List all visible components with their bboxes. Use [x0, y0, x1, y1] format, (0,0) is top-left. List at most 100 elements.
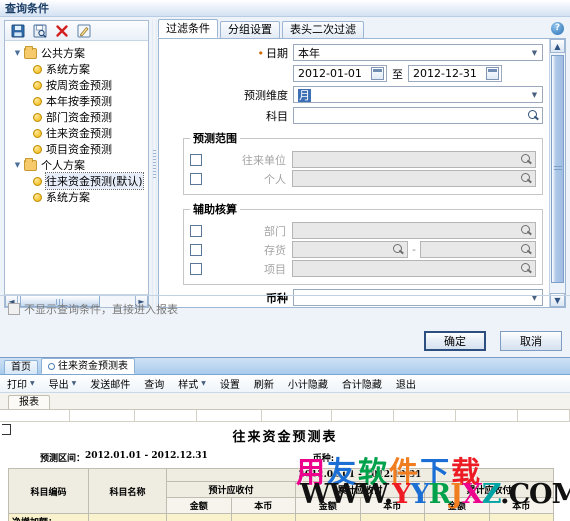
tab-header-secondary-filter[interactable]: 表头二次过滤 — [282, 21, 364, 38]
search-icon[interactable] — [519, 153, 533, 167]
toolbar-label: 合计隐藏 — [341, 380, 382, 391]
toolbar-exit[interactable]: 退出 — [389, 375, 423, 393]
period-label: 预测区间： — [40, 454, 86, 464]
tree-item-quarterly-forecast[interactable]: 本年按季预测 — [5, 93, 148, 109]
delete-icon[interactable] — [54, 23, 69, 38]
panel-splitter[interactable] — [152, 20, 157, 308]
range-row-individual: 个人 — [190, 170, 536, 187]
grid-cell — [135, 410, 197, 422]
tree-item-system-scheme-2[interactable]: 系统方案 — [5, 189, 148, 205]
net-increase-label: 净增加额： — [8, 513, 89, 521]
tab-filter-conditions[interactable]: 过滤条件 — [158, 19, 218, 38]
scheme-dot-icon — [33, 80, 42, 90]
search-icon[interactable] — [519, 172, 533, 186]
chevron-down-icon[interactable]: ▼ — [527, 87, 542, 102]
app-tab-home[interactable]: 首页 — [4, 360, 38, 374]
toolbar-export[interactable]: 导出 ▼ — [42, 375, 84, 393]
rename-icon[interactable] — [76, 23, 91, 38]
grid-cell — [197, 410, 262, 422]
inventory-label: 存货 — [264, 243, 286, 257]
tree-item-department-forecast[interactable]: 部门资金预测 — [5, 109, 148, 125]
toolbar-refresh[interactable]: 刷新 — [247, 375, 281, 393]
search-icon[interactable] — [519, 262, 533, 276]
toolbar-hide-subtotal[interactable]: 小计隐藏 — [281, 375, 335, 393]
toolbar-print[interactable]: 打印 ▼ — [0, 375, 42, 393]
inventory-input-from[interactable] — [292, 241, 409, 258]
toolbar-style[interactable]: 样式 ▼ — [171, 375, 213, 393]
dimension-select[interactable]: 月 ▼ — [293, 86, 543, 103]
toolbar-label: 导出 — [48, 380, 69, 391]
cancel-button[interactable]: 取消 — [500, 331, 562, 351]
project-label: 项目 — [264, 262, 286, 276]
individual-input[interactable] — [292, 170, 536, 187]
department-input[interactable] — [292, 222, 536, 239]
ok-button[interactable]: 确定 — [424, 331, 486, 351]
filter-form: 日期 本年 ▼ — [158, 39, 566, 308]
tab-group-settings[interactable]: 分组设置 — [220, 21, 280, 38]
tree-folder-public[interactable]: ▼ 公共方案 — [5, 45, 148, 61]
aux-row-department: 部门 — [190, 222, 536, 239]
subtab-report[interactable]: 报表 — [8, 395, 50, 409]
tree-item-system-scheme-1[interactable]: 系统方案 — [5, 61, 148, 77]
date-from-input[interactable]: 2012-01-01 — [293, 65, 387, 82]
checkbox-department[interactable] — [190, 224, 202, 237]
subcolumn-amount-1: 金额 — [166, 497, 232, 514]
toolbar-label: 设置 — [219, 380, 240, 391]
search-icon[interactable] — [519, 224, 533, 238]
save-icon[interactable] — [10, 23, 25, 38]
subject-input[interactable] — [293, 107, 543, 124]
checkbox-individual[interactable] — [190, 172, 202, 185]
tree-item-receivable-forecast-default[interactable]: 往来资金预测(默认) — [5, 172, 148, 190]
toolbar-label: 退出 — [395, 380, 416, 391]
date-to-input[interactable]: 2012-12-31 — [408, 65, 502, 82]
subcolumn-local-2: 本币 — [359, 497, 425, 514]
department-label: 部门 — [264, 224, 286, 238]
calendar-icon[interactable] — [371, 67, 384, 80]
toolbar-label: 查询 — [144, 380, 165, 391]
date-preset-select[interactable]: 本年 ▼ — [293, 44, 543, 61]
app-tabstrip: 首页 往来资金预测表 — [0, 358, 570, 375]
field-subject: 科目 — [165, 107, 543, 124]
toolbar-hide-total[interactable]: 合计隐藏 — [335, 375, 389, 393]
grid-cell — [332, 410, 394, 422]
tab-status-icon — [48, 362, 55, 370]
chevron-down-icon[interactable]: ▼ — [527, 45, 542, 60]
net-increase-cell — [88, 513, 167, 521]
scheme-tree[interactable]: ▼ 公共方案 系统方案 按周资金预测 本年按季预测 部门资金预测 往来资金预测 … — [5, 42, 148, 293]
no-show-conditions-row[interactable]: 不显示查询条件，直接进入报表 — [0, 296, 570, 317]
scheme-dot-icon — [33, 96, 42, 106]
checkbox-counterparty[interactable] — [190, 153, 202, 166]
tree-item-receivable-forecast[interactable]: 往来资金预测 — [5, 125, 148, 141]
grid-cell — [0, 410, 70, 422]
search-icon[interactable] — [519, 243, 533, 257]
tree-item-project-forecast[interactable]: 项目资金预测 — [5, 141, 148, 157]
search-icon[interactable] — [391, 243, 405, 257]
table-row-net-increase: 净增加额： — [8, 513, 554, 521]
scroll-thumb[interactable] — [551, 55, 564, 283]
project-input[interactable] — [292, 260, 536, 277]
counterparty-input[interactable] — [292, 151, 536, 168]
tree-folder-personal[interactable]: ▼ 个人方案 — [5, 157, 148, 173]
chevron-down-icon: ▼ — [14, 49, 21, 57]
inventory-input-to[interactable] — [420, 241, 537, 258]
save-as-icon[interactable] — [32, 23, 47, 38]
checkbox-no-show-conditions[interactable] — [8, 303, 20, 315]
tree-label: 系统方案 — [46, 191, 90, 204]
filter-vertical-scrollbar[interactable]: ▲ ▼ — [549, 39, 565, 307]
field-dimension: 预测维度 月 ▼ — [165, 86, 543, 103]
checkbox-project[interactable] — [190, 262, 202, 275]
toolbar-settings[interactable]: 设置 — [213, 375, 247, 393]
filter-form-scroll: 日期 本年 ▼ — [159, 39, 549, 307]
app-tab-receivable-forecast-report[interactable]: 往来资金预测表 — [41, 358, 135, 374]
toolbar-send-email[interactable]: 发送邮件 — [83, 375, 137, 393]
toolbar-label: 样式 — [178, 380, 199, 391]
grid-cell — [262, 410, 332, 422]
chevron-down-icon: ▼ — [30, 380, 35, 387]
checkbox-inventory[interactable] — [190, 243, 202, 256]
scroll-up-icon[interactable]: ▲ — [550, 39, 565, 53]
toolbar-query[interactable]: 查询 — [137, 375, 171, 393]
calendar-icon[interactable] — [486, 67, 499, 80]
tree-item-weekly-forecast[interactable]: 按周资金预测 — [5, 77, 148, 93]
search-icon[interactable] — [526, 109, 540, 123]
help-icon[interactable]: ? — [551, 22, 564, 35]
